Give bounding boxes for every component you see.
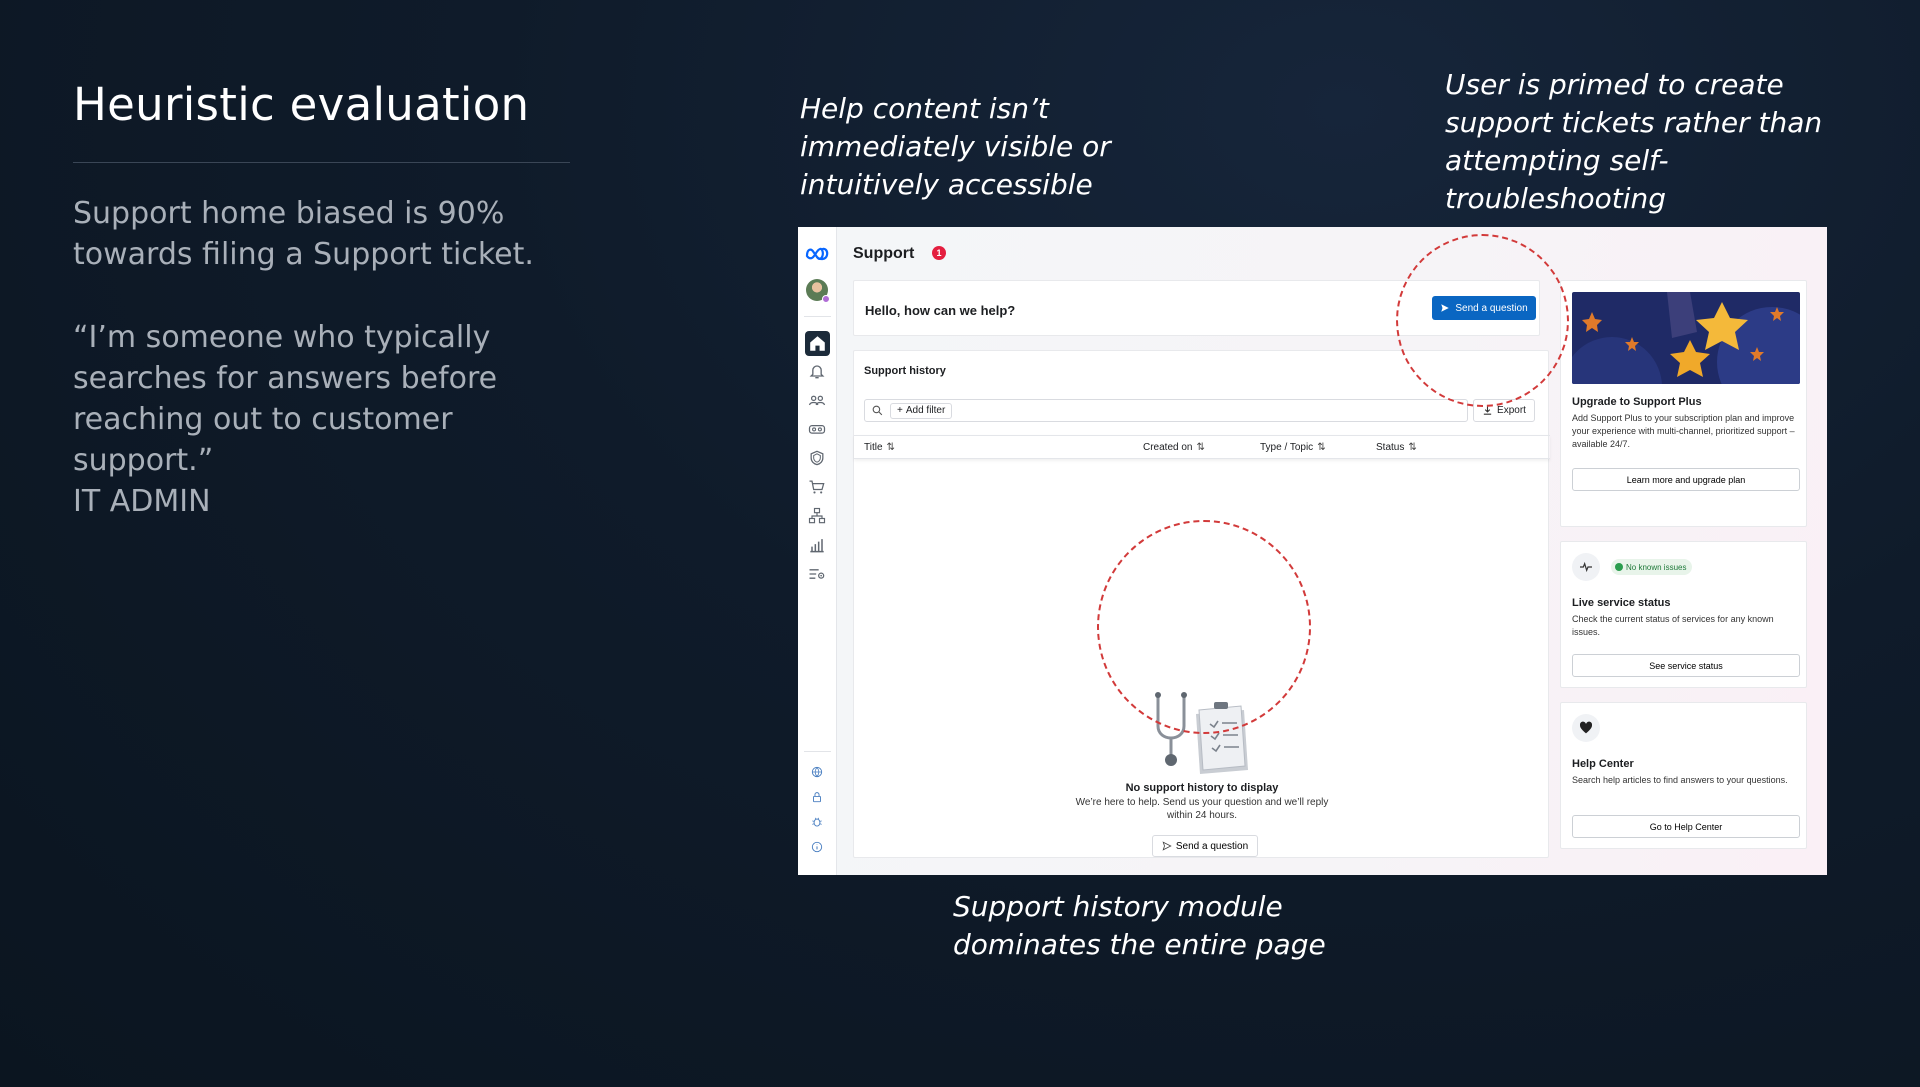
column-type-topic[interactable]: Type / Topic ⇅ [1260, 442, 1326, 453]
sort-icon: ⇅ [886, 442, 895, 453]
rail-divider [804, 316, 831, 317]
intro-text: Support home biased is 90% towards filin… [73, 196, 534, 272]
shield-icon[interactable] [807, 448, 827, 468]
slide-title: Heuristic evaluation [73, 78, 530, 131]
annotation-help-content: Help content isn’t immediately visible o… [800, 92, 1111, 201]
highlight-ring-send-question [1396, 234, 1569, 407]
check-icon [1615, 563, 1623, 571]
hierarchy-icon[interactable] [807, 506, 827, 526]
empty-send-question-label: Send a question [1175, 840, 1249, 852]
service-status-title: Live service status [1572, 597, 1671, 609]
annotation-primed-tickets: User is primed to create support tickets… [1445, 68, 1823, 215]
user-quote: “I’m someone who typically searches for … [73, 317, 593, 522]
upgrade-title: Upgrade to Support Plus [1572, 396, 1702, 408]
title-divider [73, 162, 570, 163]
lock-icon[interactable] [810, 790, 824, 804]
add-filter-label: Add filter [905, 405, 946, 416]
cart-icon[interactable] [807, 477, 827, 497]
bell-icon[interactable] [807, 361, 827, 381]
info-icon[interactable] [810, 840, 824, 854]
help-center-title: Help Center [1572, 758, 1634, 770]
sort-icon: ⇅ [1317, 442, 1326, 453]
upgrade-description: Add Support Plus to your subscription pl… [1572, 413, 1795, 449]
search-input[interactable]: + Add filter [864, 399, 1468, 422]
column-status[interactable]: Status ⇅ [1376, 442, 1417, 453]
empty-state-description: We’re here to help. Send us your questio… [1075, 797, 1329, 821]
quote-text: “I’m someone who typically searches for … [73, 320, 498, 478]
upgrade-plan-button[interactable]: Learn more and upgrade plan [1572, 468, 1800, 491]
send-icon [1162, 841, 1172, 851]
bar-chart-icon[interactable] [807, 535, 827, 555]
see-service-status-button[interactable]: See service status [1572, 654, 1800, 677]
quote-author: IT ADMIN [73, 484, 211, 519]
column-created-on-label: Created on [1143, 442, 1193, 453]
stars-illustration [1572, 292, 1800, 384]
search-icon [871, 404, 884, 417]
help-center-card: Help Center Search help articles to find… [1560, 702, 1807, 849]
rail-divider [804, 751, 831, 752]
nav-rail [798, 227, 837, 875]
column-title[interactable]: Title ⇅ [864, 442, 895, 453]
column-title-label: Title [864, 442, 883, 453]
empty-state-title: No support history to display [1125, 782, 1279, 794]
support-app-screenshot: Support 1 Hello, how can we help? Send a… [798, 227, 1827, 875]
add-filter-button[interactable]: + Add filter [890, 403, 953, 419]
empty-send-question-button[interactable]: Send a question [1152, 835, 1258, 857]
avatar-status-dot [822, 295, 830, 303]
bug-icon[interactable] [810, 815, 824, 829]
notification-badge: 1 [932, 246, 946, 260]
support-history-title: Support history [864, 365, 946, 377]
highlight-ring-empty-state [1097, 520, 1311, 734]
export-label: Export [1497, 405, 1526, 416]
service-status-card: No known issues Live service status Chec… [1560, 541, 1807, 688]
hello-heading: Hello, how can we help? [865, 303, 1016, 318]
globe-icon[interactable] [810, 765, 824, 779]
settings-list-icon[interactable] [807, 564, 827, 584]
page-title: Support [853, 245, 915, 262]
vr-headset-icon[interactable] [807, 419, 827, 439]
table-header: Title ⇅ Created on ⇅ Type / Topic ⇅ Status ⇅ [854, 435, 1550, 459]
sort-icon: ⇅ [1408, 442, 1417, 453]
home-icon[interactable] [805, 331, 830, 356]
help-center-description: Search help articles to find answers to … [1572, 775, 1788, 785]
heart-icon [1572, 714, 1600, 742]
sort-icon: ⇅ [1196, 442, 1205, 453]
column-status-label: Status [1376, 442, 1405, 453]
people-icon[interactable] [807, 390, 827, 410]
status-badge: No known issues [1611, 559, 1693, 575]
column-created-on[interactable]: Created on ⇅ [1143, 442, 1205, 453]
meta-logo-icon[interactable] [805, 245, 829, 261]
upgrade-card: Upgrade to Support Plus Add Support Plus… [1560, 280, 1807, 527]
go-to-help-center-button[interactable]: Go to Help Center [1572, 815, 1800, 838]
annotation-history-dominates: Support history module dominates the ent… [953, 890, 1326, 961]
pulse-icon [1572, 553, 1600, 581]
service-status-description: Check the current status of services for… [1572, 614, 1774, 637]
column-type-topic-label: Type / Topic [1260, 442, 1314, 453]
plus-icon: + [897, 405, 903, 416]
status-badge-label: No known issues [1626, 562, 1687, 572]
